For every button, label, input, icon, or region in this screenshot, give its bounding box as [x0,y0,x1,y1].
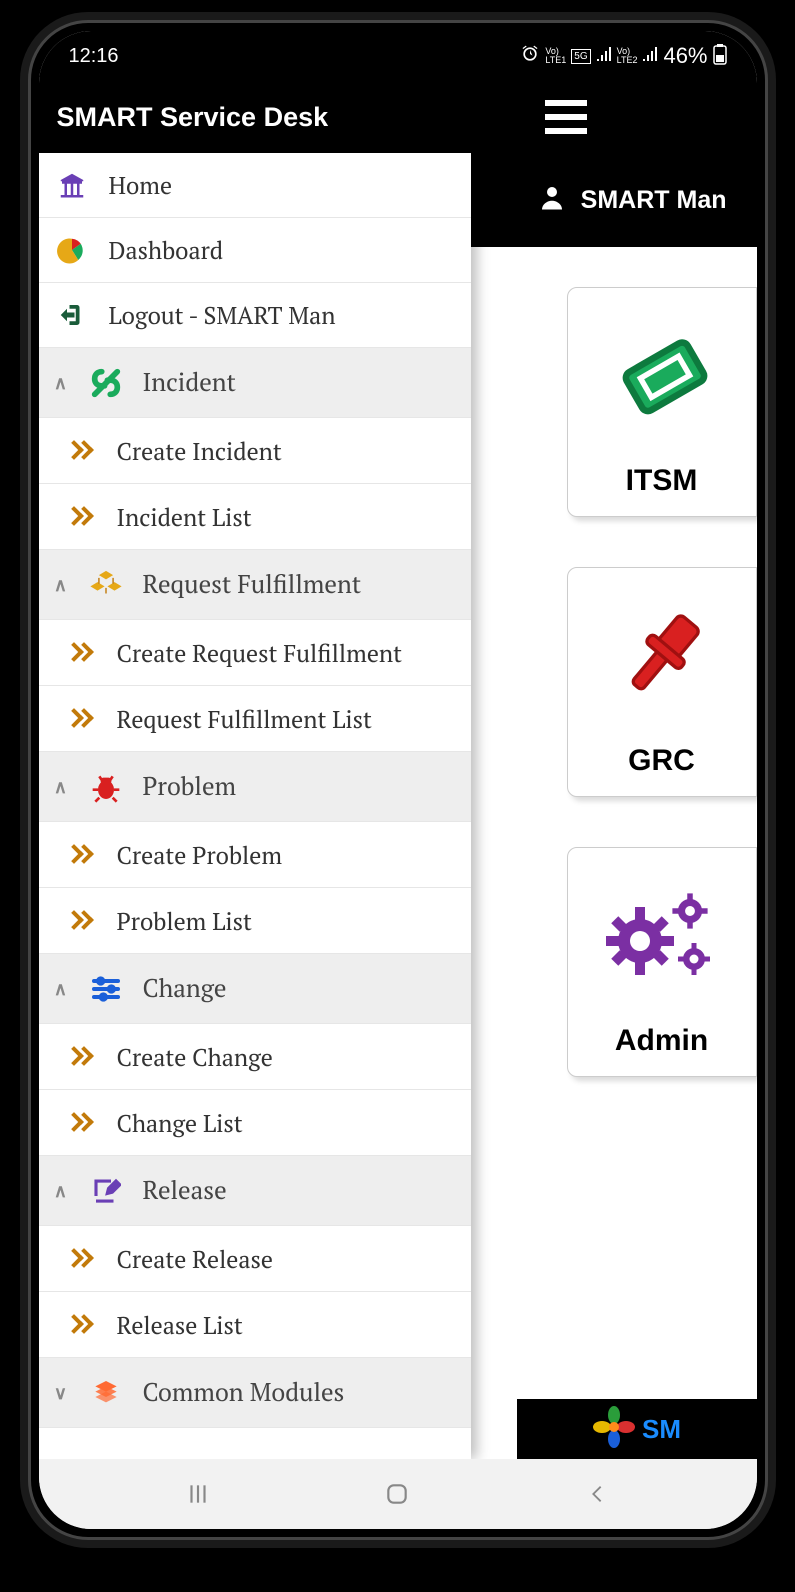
sliders-icon [87,970,125,1008]
bug-icon [87,768,125,806]
app-footer: SM [517,1399,757,1459]
chevron-up-icon [53,779,69,795]
module-label: Admin [615,1024,708,1058]
brand-flower-icon [592,1405,636,1454]
menu-logout[interactable]: Logout - SMART Man [39,283,471,348]
brand-text: SM [642,1414,681,1445]
status-bar: 12:16 Vo)LTE1 5G Vo)LTE2 46% [39,31,757,81]
status-time: 12:16 [69,45,119,68]
menu-problem-list[interactable]: Problem List [39,888,471,954]
menu-release-list[interactable]: Release List [39,1292,471,1358]
battery-percent: 46% [663,43,707,69]
menu-label: Request Fulfillment [143,568,471,601]
menu-label: Request Fulfillment List [117,703,471,735]
nav-back[interactable] [582,1479,612,1509]
menu-label: Create Problem [117,839,471,871]
user-icon [537,182,567,219]
app-title: SMART Service Desk [57,102,329,133]
menu-incident-list[interactable]: Incident List [39,484,471,550]
double-chevron-icon [67,709,95,729]
menu-label: Incident List [117,501,471,533]
nav-recents[interactable] [183,1479,213,1509]
menu-change-list[interactable]: Change List [39,1090,471,1156]
volte2-icon: Vo)LTE2 [617,47,638,65]
signal-icon [596,46,612,67]
menu-label: Create Release [117,1243,471,1275]
double-chevron-icon [67,911,95,931]
menu-create-problem[interactable]: Create Problem [39,822,471,888]
menu-dashboard[interactable]: Dashboard [39,218,471,283]
menu-label: Incident [143,366,471,399]
menu-section-change[interactable]: Change [39,954,471,1024]
chevron-down-icon [53,1385,69,1401]
double-chevron-icon [67,1047,95,1067]
menu-label: Common Modules [143,1376,471,1409]
menu-request-list[interactable]: Request Fulfillment List [39,686,471,752]
menu-label: Create Request Fulfillment [117,637,471,669]
double-chevron-icon [67,1113,95,1133]
5g-icon: 5G [571,49,590,64]
menu-label: Dashboard [109,234,471,266]
double-chevron-icon [67,1315,95,1335]
gavel-icon [568,568,756,744]
menu-create-release[interactable]: Create Release [39,1226,471,1292]
menu-section-incident[interactable]: Incident [39,348,471,418]
menu-label: Release [143,1174,471,1207]
sidebar-menu: Home Dashboard Logout - SMART Man [39,153,471,1459]
gears-icon [568,848,756,1024]
menu-section-request[interactable]: Request Fulfillment [39,550,471,620]
menu-create-incident[interactable]: Create Incident [39,418,471,484]
alarm-icon [520,44,540,69]
module-card-itsm[interactable]: ITSM [567,287,757,517]
app-header: SMART Service Desk [39,81,757,153]
module-label: ITSM [626,464,698,498]
layers-icon [87,1374,125,1412]
phone-frame: 12:16 Vo)LTE1 5G Vo)LTE2 46% [28,20,768,1540]
module-card-admin[interactable]: Admin [567,847,757,1077]
incident-icon [87,364,125,402]
double-chevron-icon [67,441,95,461]
menu-create-change[interactable]: Create Change [39,1024,471,1090]
double-chevron-icon [67,845,95,865]
chevron-up-icon [53,577,69,593]
menu-label: Create Incident [117,435,471,467]
menu-section-release[interactable]: Release [39,1156,471,1226]
menu-label: Change List [117,1107,471,1139]
battery-icon [713,43,727,70]
menu-label: Release List [117,1309,471,1341]
signal2-icon [642,46,658,67]
menu-label: Create Change [117,1041,471,1073]
chevron-up-icon [53,375,69,391]
volte1-icon: Vo)LTE1 [545,47,566,65]
double-chevron-icon [67,643,95,663]
logout-icon [53,296,91,334]
menu-section-problem[interactable]: Problem [39,752,471,822]
menu-label: Home [109,169,471,201]
module-card-grc[interactable]: GRC [567,567,757,797]
android-nav-bar [39,1459,757,1529]
screen: 12:16 Vo)LTE1 5G Vo)LTE2 46% [39,31,757,1529]
menu-label: Problem List [117,905,471,937]
boxes-icon [87,566,125,604]
menu-label: Logout - SMART Man [109,299,471,331]
module-label: GRC [628,744,695,778]
menu-label: Problem [143,770,471,803]
pie-chart-icon [53,231,91,269]
menu-home[interactable]: Home [39,153,471,218]
menu-toggle-icon[interactable] [545,100,587,134]
chevron-up-icon [53,981,69,997]
home-icon [53,166,91,204]
chevron-up-icon [53,1183,69,1199]
double-chevron-icon [67,1249,95,1269]
menu-section-common[interactable]: Common Modules [39,1358,471,1428]
ticket-icon [568,288,756,464]
menu-label: Change [143,972,471,1005]
menu-create-request[interactable]: Create Request Fulfillment [39,620,471,686]
edit-icon [87,1172,125,1210]
double-chevron-icon [67,507,95,527]
nav-home[interactable] [382,1479,412,1509]
user-name: SMART Man [581,186,727,215]
